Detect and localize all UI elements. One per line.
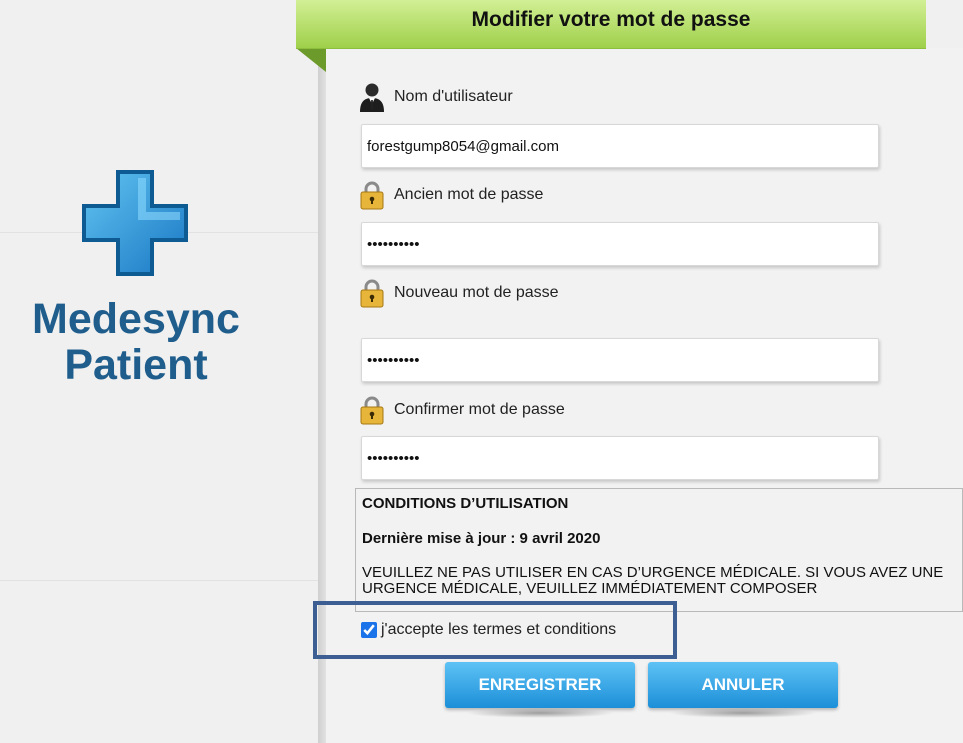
user-icon: [358, 82, 386, 112]
confirm-password-label: Confirmer mot de passe: [394, 401, 565, 418]
new-password-label-row: Nouveau mot de passe: [358, 277, 559, 309]
brand-name-line2: Patient: [64, 341, 208, 389]
header-banner: Modifier votre mot de passe: [296, 0, 926, 49]
lock-icon: [358, 278, 386, 308]
terms-updated-date: Dernière mise à jour : 9 avril 2020: [362, 530, 601, 547]
accept-terms-checkbox[interactable]: [361, 622, 377, 638]
terms-scrollbox[interactable]: CONDITIONS D’UTILISATION Dernière mise à…: [355, 488, 963, 612]
confirm-password-field[interactable]: [361, 436, 879, 480]
username-field[interactable]: [361, 124, 879, 168]
button-shadow: [465, 708, 615, 718]
lock-icon: [358, 395, 386, 425]
page-title: Modifier votre mot de passe: [471, 8, 751, 31]
accept-terms-highlight: j'accepte les termes et conditions: [313, 601, 677, 659]
new-password-field[interactable]: [361, 338, 879, 382]
terms-body: VEUILLEZ NE PAS UTILISER EN CAS D’URGENC…: [362, 564, 944, 597]
medical-cross-icon: [82, 170, 188, 276]
accept-terms-label[interactable]: j'accepte les termes et conditions: [381, 621, 616, 639]
lock-icon: [358, 180, 386, 210]
save-button[interactable]: ENREGISTRER: [445, 662, 635, 708]
username-label: Nom d'utilisateur: [394, 88, 513, 105]
cancel-button[interactable]: ANNULER: [648, 662, 838, 708]
old-password-field[interactable]: [361, 222, 879, 266]
header-fold: [296, 48, 326, 72]
old-password-label-row: Ancien mot de passe: [358, 179, 543, 211]
confirm-password-label-row: Confirmer mot de passe: [358, 394, 565, 426]
username-label-row: Nom d'utilisateur: [358, 81, 513, 113]
new-password-label: Nouveau mot de passe: [394, 284, 559, 301]
brand-area: Medesync Patient: [0, 0, 300, 743]
terms-title: CONDITIONS D’UTILISATION: [362, 495, 569, 512]
brand-name-line1: Medesync: [32, 295, 240, 343]
button-shadow: [668, 708, 818, 718]
old-password-label: Ancien mot de passe: [394, 186, 544, 203]
